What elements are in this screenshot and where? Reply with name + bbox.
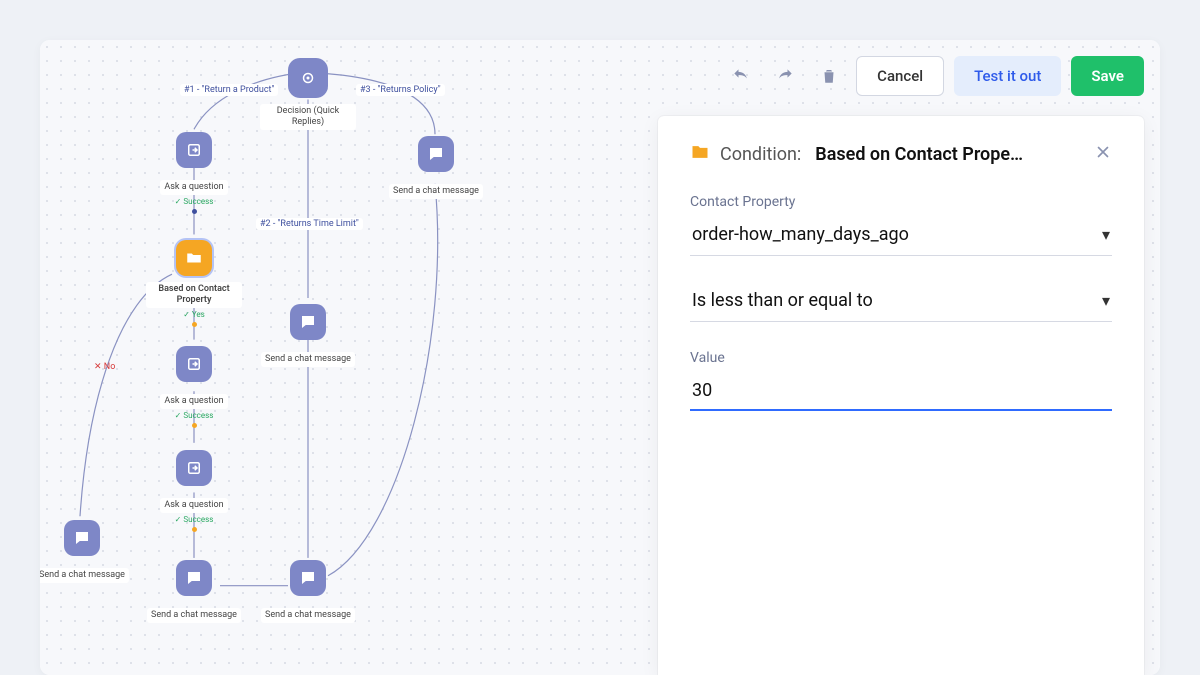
- panel-title-name: Based on Contact Prope…: [815, 144, 1084, 165]
- node-label: Send a chat message: [389, 184, 483, 199]
- edges-layer: [40, 40, 680, 675]
- chat-icon: [290, 560, 326, 596]
- connector-dot: [192, 527, 197, 532]
- panel-header: Condition: Based on Contact Prope…: [690, 142, 1112, 166]
- node-status: Success: [146, 411, 242, 420]
- node-send-chat-b[interactable]: Send a chat message: [260, 304, 356, 367]
- node-decision[interactable]: Decision (Quick Replies): [260, 58, 356, 130]
- chevron-down-icon: ▾: [1102, 291, 1110, 310]
- connector-dot: [192, 322, 197, 327]
- chat-icon: [290, 304, 326, 340]
- question-icon: [176, 450, 212, 486]
- node-label: Send a chat message: [40, 568, 129, 583]
- field-value: Value: [690, 350, 1112, 411]
- delete-button[interactable]: [812, 59, 846, 93]
- operator-dropdown[interactable]: Is less than or equal to ▾: [690, 284, 1112, 322]
- node-send-chat-e[interactable]: Send a chat message: [40, 520, 130, 583]
- canvas-inner: #1 - "Return a Product" #2 - "Returns Ti…: [40, 40, 680, 675]
- field-operator: Is less than or equal to ▾: [690, 284, 1112, 322]
- node-label: Ask a question: [160, 394, 227, 409]
- node-status: Success: [146, 197, 242, 206]
- app-shell: #1 - "Return a Product" #2 - "Returns Ti…: [40, 40, 1160, 675]
- node-condition-contact-property[interactable]: Based on Contact Property Yes: [146, 240, 242, 330]
- toolbar: Cancel Test it out Save: [724, 56, 1144, 96]
- chat-icon: [64, 520, 100, 556]
- node-ask-question-3[interactable]: Ask a question Success: [146, 450, 242, 535]
- cancel-button[interactable]: Cancel: [856, 56, 944, 96]
- question-icon: [176, 132, 212, 168]
- branch-label-3: #3 - "Returns Policy": [356, 84, 445, 96]
- node-label: Based on Contact Property: [146, 282, 242, 308]
- connector-dot: [192, 209, 197, 214]
- dropdown-value: order-how_many_days_ago: [692, 224, 909, 245]
- node-label: Send a chat message: [261, 352, 355, 367]
- connector-dot: [192, 423, 197, 428]
- branch-no-label: No: [94, 362, 115, 372]
- node-label: Ask a question: [160, 180, 227, 195]
- chat-icon: [418, 136, 454, 172]
- node-label: Ask a question: [160, 498, 227, 513]
- field-contact-property: Contact Property order-how_many_days_ago…: [690, 194, 1112, 256]
- dropdown-value: Is less than or equal to: [692, 290, 873, 311]
- save-button[interactable]: Save: [1071, 56, 1144, 96]
- decision-icon: [288, 58, 328, 98]
- test-it-out-button[interactable]: Test it out: [954, 56, 1061, 96]
- condition-panel: Condition: Based on Contact Prope… Conta…: [658, 116, 1144, 675]
- node-status: Yes: [146, 310, 242, 319]
- undo-button[interactable]: [724, 59, 758, 93]
- node-ask-question-1[interactable]: Ask a question Success: [146, 132, 242, 217]
- chat-icon: [176, 560, 212, 596]
- contact-property-dropdown[interactable]: order-how_many_days_ago ▾: [690, 218, 1112, 256]
- node-ask-question-2[interactable]: Ask a question Success: [146, 346, 242, 431]
- redo-button[interactable]: [768, 59, 802, 93]
- node-label: Send a chat message: [147, 608, 241, 623]
- value-input[interactable]: [690, 374, 1112, 411]
- branch-label-2: #2 - "Returns Time Limit": [256, 218, 363, 230]
- folder-icon: [690, 142, 710, 166]
- node-send-chat-c[interactable]: Send a chat message: [260, 560, 356, 623]
- panel-title-prefix: Condition:: [720, 144, 801, 165]
- question-icon: [176, 346, 212, 382]
- field-label: Value: [690, 350, 1112, 366]
- node-send-chat-d[interactable]: Send a chat message: [146, 560, 242, 623]
- node-label: Send a chat message: [261, 608, 355, 623]
- node-label: Decision (Quick Replies): [260, 104, 356, 130]
- node-status: Success: [146, 515, 242, 524]
- close-button[interactable]: [1094, 143, 1112, 165]
- folder-icon: [176, 240, 212, 276]
- chevron-down-icon: ▾: [1102, 225, 1110, 244]
- node-send-chat-a[interactable]: Send a chat message: [388, 136, 484, 199]
- field-label: Contact Property: [690, 194, 1112, 210]
